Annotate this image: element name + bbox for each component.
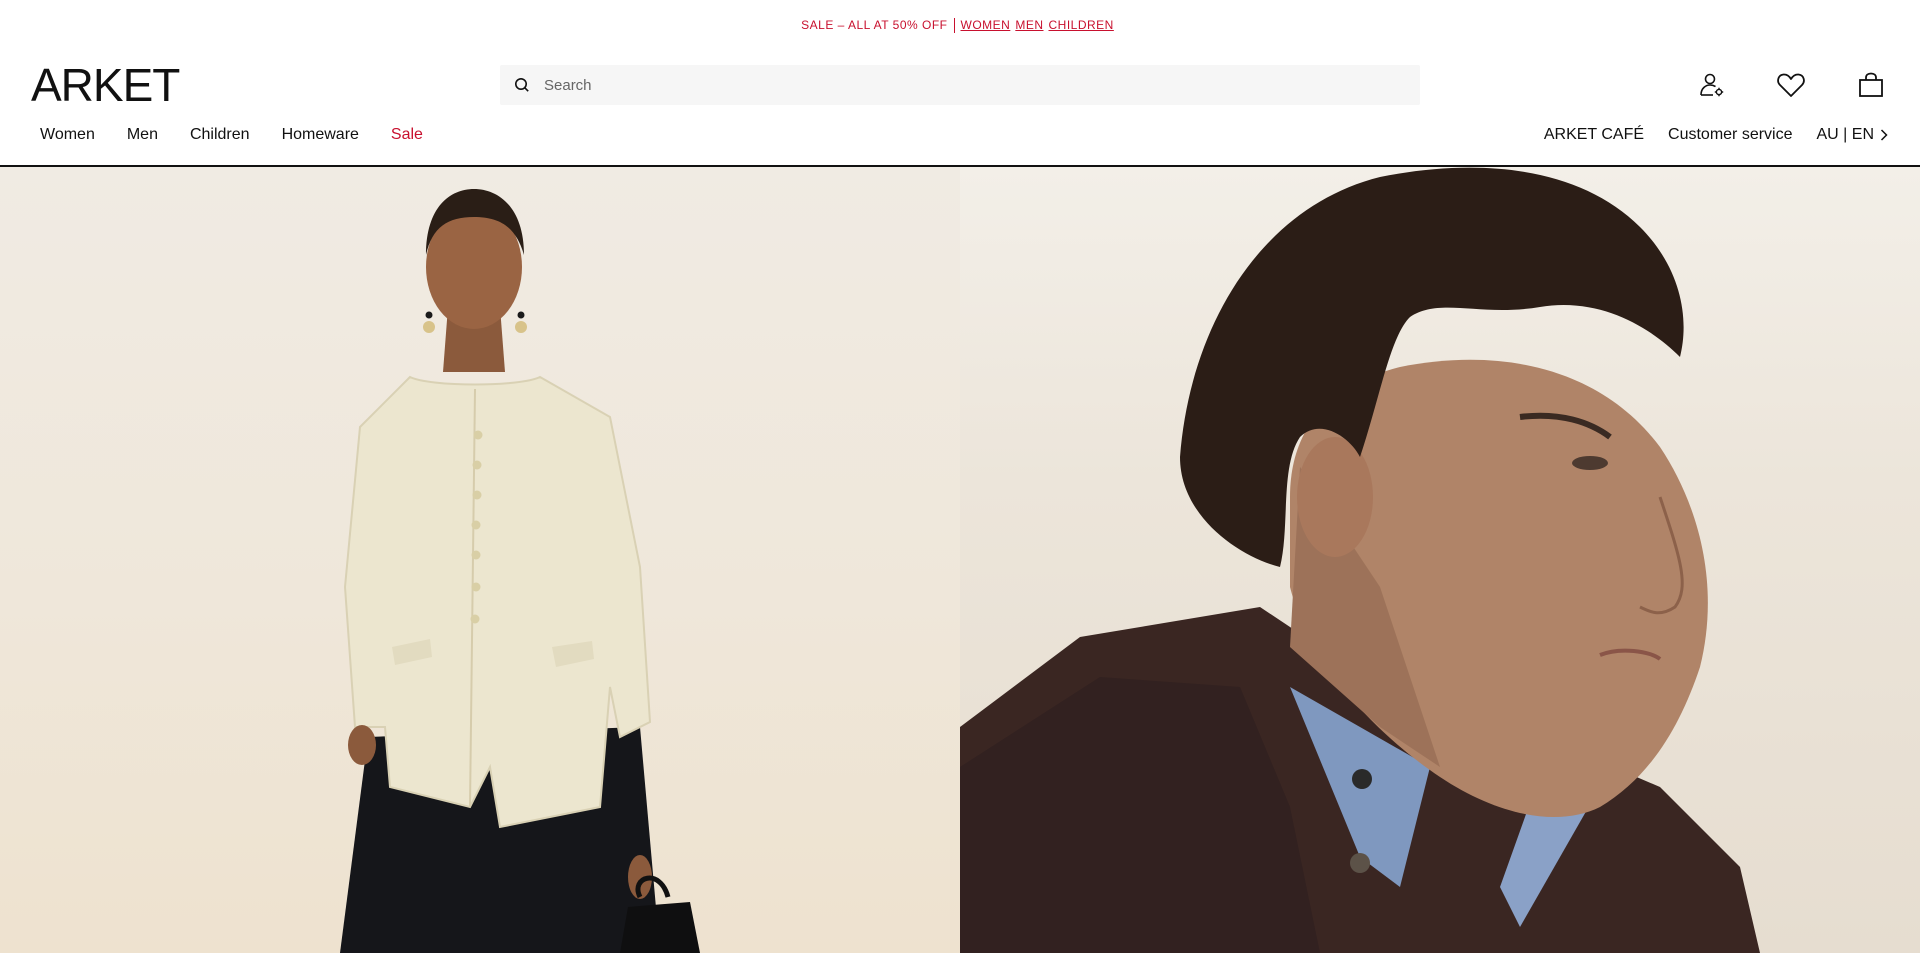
promo-banner: SALE – ALL AT 50% OFF WOMEN MEN CHILDREN [0,0,1920,50]
nav-item-arket-cafe[interactable]: ARKET CAFÉ [1544,126,1644,144]
search-input[interactable] [544,65,1404,105]
nav-item-women[interactable]: Women [40,126,95,144]
promo-link-women[interactable]: WOMEN [961,18,1011,32]
shopping-bag-icon[interactable] [1855,69,1887,101]
promo-text: SALE – ALL AT 50% OFF [801,18,948,32]
locale-selector[interactable]: AU | EN [1817,126,1889,144]
search-bar[interactable] [500,65,1420,105]
nav-item-children[interactable]: Children [190,126,250,144]
main-nav: Women Men Children Homeware Sale [40,126,455,144]
women-campaign-image[interactable] [0,167,960,953]
locale-label: AU | EN [1816,126,1875,143]
search-icon[interactable] [500,65,544,105]
woman-model-illustration [340,189,700,953]
promo-link-children[interactable]: CHILDREN [1049,18,1114,32]
promo-link-men[interactable]: MEN [1015,18,1043,32]
secondary-nav: ARKET CAFÉ Customer service AU | EN [1520,126,1888,144]
nav-item-sale[interactable]: Sale [391,126,423,144]
man-model-illustration [960,167,1760,953]
chevron-right-icon [1880,129,1888,141]
wishlist-heart-icon[interactable] [1775,69,1807,101]
nav-item-men[interactable]: Men [127,126,158,144]
site-header: ARKET Women Men Children Homeware Sale A… [0,50,1920,167]
nav-item-homeware[interactable]: Homeware [282,126,359,144]
men-campaign-image[interactable] [960,167,1920,953]
account-icon[interactable] [1696,69,1728,101]
hero-section [0,167,1920,953]
promo-divider [953,17,955,33]
nav-item-customer-service[interactable]: Customer service [1668,126,1792,144]
logo[interactable]: ARKET [31,62,180,108]
